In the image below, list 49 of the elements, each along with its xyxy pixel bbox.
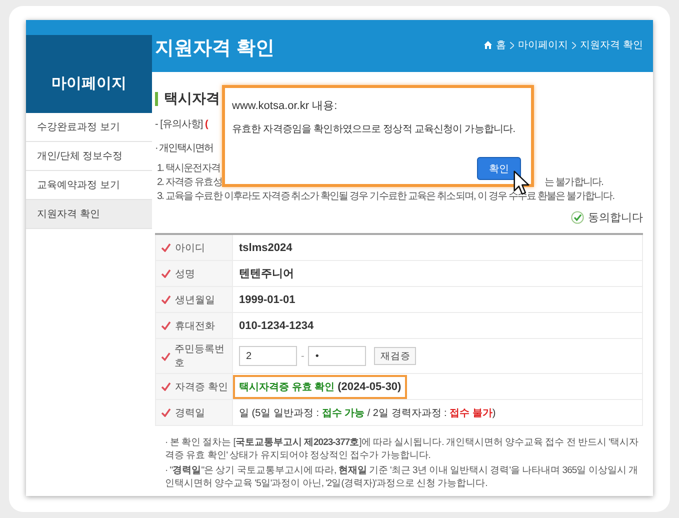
input-field[interactable]: • [308, 346, 366, 366]
table-cell-text: tslms2024 [239, 242, 292, 254]
check-icon [161, 382, 171, 391]
field-label: 성명 [175, 268, 195, 280]
home-icon [484, 41, 492, 49]
agree-checkbox[interactable]: 동의합니다 [571, 210, 643, 225]
check-icon [161, 243, 171, 252]
field-label: 휴대전화 [175, 320, 215, 332]
sidebar-title: 마이페이지 [26, 35, 152, 113]
notice-line: 1. 택시운전자격 [157, 162, 220, 176]
sidebar-item[interactable]: 수강완료과정 보기 [26, 113, 152, 142]
note-text: · 본 확인 절차는 [국토교통부고시 제2023-377호]에 따라 실시됩니다. 개인택시면허 양수교육 접수 전 반드시 '택시자격증 유효 확인' 상태가 유지되어야 정상적인 접수가 가능합니다. [164, 436, 640, 462]
check-icon [161, 408, 171, 417]
table-cell-text: 텐텐주니어 [239, 267, 294, 281]
input-field[interactable]: 2 [239, 346, 297, 366]
field-label: 자격증 확인 [175, 380, 228, 394]
dialog-title: www.kotsa.or.kr 내용: [232, 99, 338, 113]
check-circle-icon [571, 211, 584, 224]
breadcrumb-link[interactable]: 마이페이지 [518, 38, 568, 52]
check-icon [161, 269, 171, 278]
table-cell-text: 010-1234-1234 [239, 320, 314, 332]
field-label: 아이디 [175, 242, 205, 254]
sidebar-item[interactable]: 개인/단체 정보수정 [26, 142, 152, 171]
sidebar-item[interactable]: 지원자격 확인 [26, 200, 152, 229]
check-icon [161, 321, 171, 330]
recheck-button[interactable]: 재검증 [374, 347, 416, 365]
notice-line: 는 불가합니다. [544, 176, 603, 190]
ok-button[interactable]: 확인 [477, 157, 521, 180]
breadcrumb-link[interactable]: 지원자격 확인 [580, 38, 643, 52]
check-icon [161, 295, 171, 304]
note-text: · "경력일"은 상기 국토교통부고시에 따라, 현재일 기준 '최근 3년 이내 일반택시 경력'을 나타내며 365일 이상일시 개인택시면허 양수교육 '5일'과정이 아닌, '2일(경력자)'과정으로 신청 가능합니다. [164, 464, 639, 490]
notice-text: - [유의사항] ( [155, 118, 208, 131]
field-label: 주민등록번호 [174, 343, 226, 370]
breadcrumb-link[interactable]: 홈 [496, 38, 506, 52]
page-title: 지원자격 확인 [155, 37, 274, 61]
chevron-icon [510, 42, 514, 48]
chevron-icon [572, 42, 576, 48]
check-icon [161, 352, 171, 360]
field-label: 경력일 [175, 406, 205, 420]
dialog-message: 유효한 자격증임을 확인하였으므로 정상적 교육신청이 가능합니다. [232, 123, 516, 136]
table-cell-text: 일 (5일 일반과정 : 접수 가능 / 2일 경력자과정 : 접수 불가) [239, 406, 496, 420]
field-label: 생년월일 [175, 294, 215, 306]
subheading-text: · 개인택시면허 [155, 142, 214, 155]
notice-line: 2. 자격증 유효성 [157, 176, 222, 190]
status-text: 택시자격증 유효 확인 (2024-05-30) [233, 374, 408, 398]
section-heading: 택시자격 [164, 90, 220, 108]
table-cell-text: 1999-01-01 [239, 294, 296, 306]
heading-bar [155, 92, 158, 106]
separator-text: - [301, 350, 304, 362]
